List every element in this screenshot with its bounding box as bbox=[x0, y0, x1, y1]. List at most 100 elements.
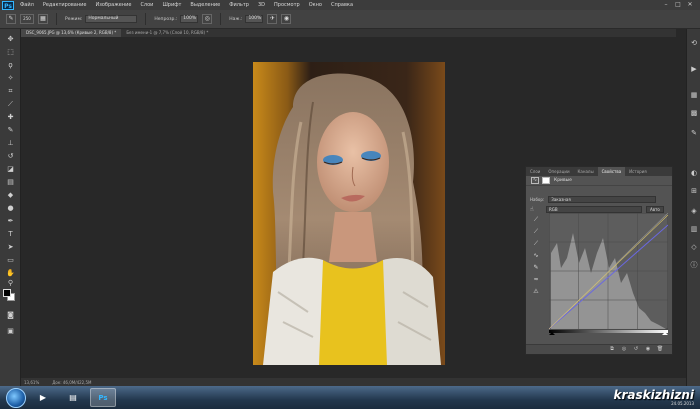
eraser-icon[interactable]: ◪ bbox=[5, 165, 16, 174]
pressure-opacity-icon[interactable]: ◎ bbox=[202, 14, 213, 24]
photo-illustration bbox=[253, 62, 445, 365]
smooth-curve-icon[interactable]: ≈ bbox=[531, 275, 541, 284]
type-icon[interactable]: T bbox=[5, 230, 16, 239]
tab-layers[interactable]: Слои bbox=[526, 167, 544, 176]
zoom-icon[interactable]: ⚲ bbox=[5, 279, 16, 288]
brush-size-preset[interactable]: 250 bbox=[20, 14, 34, 24]
menu-edit[interactable]: Редактирование bbox=[43, 2, 87, 8]
preset-label: Набор: bbox=[530, 196, 545, 202]
tools-panel: ✥ ⬚ ϙ ✧ ⌗ ⟋ ✚ ✎ ⊥ ↺ ◪ ▤ ◆ ● ✒ T ➤ ▭ ✋ ⚲ … bbox=[0, 29, 21, 386]
airbrush-icon[interactable]: ✈ bbox=[267, 14, 278, 24]
info-panel-icon[interactable]: ⓘ bbox=[689, 261, 699, 270]
opacity-input[interactable]: 100% bbox=[180, 15, 199, 23]
clipping-icon[interactable]: ⚠ bbox=[531, 287, 541, 296]
close-button[interactable]: ✕ bbox=[684, 1, 696, 9]
hand-icon[interactable]: ✋ bbox=[5, 269, 16, 278]
gray-point-eyedropper-icon[interactable]: ⟋ bbox=[531, 227, 541, 236]
explorer-icon[interactable]: ▤ bbox=[60, 388, 86, 407]
clip-to-layer-icon[interactable]: ⧉ bbox=[608, 346, 616, 353]
move-icon[interactable]: ✥ bbox=[5, 35, 16, 44]
options-bar: ✎ 250 ▦ Режим: Нормальный Непрозр.: 100%… bbox=[0, 10, 700, 29]
visibility-icon[interactable]: ◉ bbox=[644, 346, 652, 353]
menu-help[interactable]: Справка bbox=[331, 2, 353, 8]
history-brush-icon[interactable]: ↺ bbox=[5, 152, 16, 161]
pen-icon[interactable]: ✒ bbox=[5, 217, 16, 226]
marquee-icon[interactable]: ⬚ bbox=[5, 48, 16, 57]
quick-mask-icon[interactable]: ◙ bbox=[5, 311, 16, 320]
window-controls: – □ ✕ bbox=[660, 1, 696, 9]
channel-select[interactable]: RGB bbox=[546, 205, 642, 213]
flow-input[interactable]: 100% bbox=[245, 15, 264, 23]
document-canvas[interactable] bbox=[253, 62, 445, 365]
view-previous-icon[interactable]: ◎ bbox=[620, 346, 628, 353]
path-select-icon[interactable]: ➤ bbox=[5, 243, 16, 252]
document-size: Док: 46,0M/422,5M bbox=[52, 379, 92, 385]
crop-icon[interactable]: ⌗ bbox=[5, 87, 16, 96]
menu-select[interactable]: Выделение bbox=[190, 2, 220, 8]
menu-items: Файл Редактирование Изображение Слои Шри… bbox=[20, 2, 362, 8]
start-button[interactable] bbox=[6, 387, 26, 408]
menu-image[interactable]: Изображение bbox=[95, 2, 131, 8]
foreground-color-swatch[interactable] bbox=[3, 289, 11, 297]
menu-type[interactable]: Шрифт bbox=[162, 2, 181, 8]
black-point-eyedropper-icon[interactable]: ⟋ bbox=[531, 215, 541, 224]
curves-graph[interactable] bbox=[549, 213, 668, 335]
pencil-curve-icon[interactable]: ✎ bbox=[531, 263, 541, 272]
swatches-panel-icon[interactable]: ▦ bbox=[689, 91, 699, 100]
tab-channels[interactable]: Каналы bbox=[574, 167, 598, 176]
brush-tool-icon[interactable]: ✎ bbox=[6, 14, 16, 24]
eyedropper-icon[interactable]: ⟋ bbox=[5, 100, 16, 109]
menu-filter[interactable]: Фильтр bbox=[229, 2, 249, 8]
paths-panel-icon[interactable]: ◇ bbox=[689, 243, 699, 252]
opacity-label: Непрозр.: bbox=[154, 16, 178, 22]
tab-history[interactable]: История bbox=[625, 167, 651, 176]
white-point-eyedropper-icon[interactable]: ⟋ bbox=[531, 239, 541, 248]
shape-icon[interactable]: ▭ bbox=[5, 256, 16, 265]
watermark-text: kraskizhizni bbox=[613, 388, 694, 402]
minimize-button[interactable]: – bbox=[660, 1, 672, 9]
brush-icon[interactable]: ✎ bbox=[5, 126, 16, 135]
history-panel-icon[interactable]: ⟲ bbox=[689, 39, 699, 48]
target-adjust-icon[interactable]: ☝ bbox=[530, 206, 540, 213]
stamp-icon[interactable]: ⊥ bbox=[5, 139, 16, 148]
channels-panel-icon[interactable]: ▥ bbox=[689, 225, 699, 234]
brush-panel-icon[interactable]: ▦ bbox=[38, 14, 48, 24]
reset-icon[interactable]: ↺ bbox=[632, 346, 640, 353]
pressure-size-icon[interactable]: ◉ bbox=[281, 14, 292, 24]
blur-icon[interactable]: ◆ bbox=[5, 191, 16, 200]
menu-file[interactable]: Файл bbox=[20, 2, 34, 8]
adjustments-panel-icon[interactable]: ◐ bbox=[689, 169, 699, 178]
screen-mode-icon[interactable]: ▣ bbox=[5, 327, 16, 336]
taskbar: ▶ ▤ Ps kraskizhizni 24.05.2013 bbox=[0, 386, 700, 409]
media-player-icon[interactable]: ▶ bbox=[30, 388, 56, 407]
styles-panel-icon[interactable]: ▩ bbox=[689, 109, 699, 118]
delete-icon[interactable]: 🗑 bbox=[656, 346, 664, 353]
dodge-icon[interactable]: ● bbox=[5, 204, 16, 213]
mask-icon[interactable] bbox=[542, 177, 550, 184]
curve-edit-icon[interactable]: ∿ bbox=[531, 251, 541, 260]
tab-document-1[interactable]: DSC_9065.JPG @ 13,6% (Кривые 2, RGB/8) * bbox=[21, 29, 122, 37]
auto-button[interactable]: Авто bbox=[646, 205, 664, 213]
actions-panel-icon[interactable]: ▶ bbox=[689, 65, 699, 74]
zoom-level[interactable]: 13,61% bbox=[24, 380, 39, 385]
healing-icon[interactable]: ✚ bbox=[5, 113, 16, 122]
maximize-button[interactable]: □ bbox=[672, 1, 684, 9]
menu-view[interactable]: Просмотр bbox=[274, 2, 300, 8]
tab-document-2[interactable]: Без имени-1 @ 7,7% (Слой 10, RGB/8) * bbox=[121, 29, 213, 37]
tab-properties[interactable]: Свойства bbox=[597, 167, 626, 176]
curves-icon: ∿ bbox=[531, 177, 539, 184]
tab-actions[interactable]: Операции bbox=[544, 167, 573, 176]
layers-panel-icon[interactable]: ◈ bbox=[689, 207, 699, 216]
properties-panel-icon[interactable]: ⊞ bbox=[689, 187, 699, 196]
lasso-icon[interactable]: ϙ bbox=[5, 61, 16, 70]
mode-select[interactable]: Нормальный bbox=[85, 15, 138, 23]
quick-select-icon[interactable]: ✧ bbox=[5, 74, 16, 83]
gradient-icon[interactable]: ▤ bbox=[5, 178, 16, 187]
photoshop-taskbar-icon[interactable]: Ps bbox=[90, 388, 116, 407]
brush-panel-icon[interactable]: ✎ bbox=[689, 129, 699, 138]
menu-window[interactable]: Окно bbox=[309, 2, 322, 8]
preset-select[interactable]: Заказная bbox=[548, 195, 657, 203]
panel-footer: ⧉ ◎ ↺ ◉ 🗑 bbox=[526, 344, 672, 354]
menu-3d[interactable]: 3D bbox=[258, 2, 265, 8]
menu-layers[interactable]: Слои bbox=[140, 2, 153, 8]
